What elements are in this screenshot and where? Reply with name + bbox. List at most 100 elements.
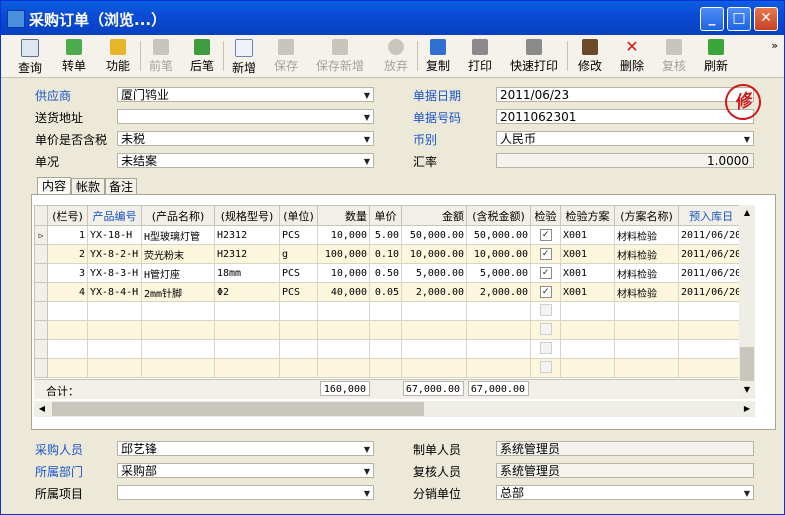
inspect-checkbox[interactable]: ✓ bbox=[539, 229, 552, 241]
cell-plan-name[interactable]: 材料检验 bbox=[614, 263, 679, 283]
table-row[interactable]: ▷ 1 YX-18-H H型玻璃灯管 H2312 PCS 10,000 5.00… bbox=[34, 225, 745, 245]
col-tax-amount[interactable]: (含税金额) bbox=[466, 205, 531, 226]
cell-expected-date[interactable]: 2011/06/20 bbox=[677, 225, 745, 245]
col-inspect[interactable]: 检验 bbox=[530, 205, 561, 226]
save-new-button[interactable]: 保存新增 bbox=[311, 37, 369, 75]
tax-select[interactable]: 未税 ▼ bbox=[117, 131, 374, 146]
branch-select[interactable]: 总部 ▼ bbox=[496, 485, 754, 500]
col-amount[interactable]: 金额 bbox=[401, 205, 467, 226]
rate-field[interactable]: 1.0000 bbox=[496, 153, 754, 168]
cell-tax-amount[interactable]: 5,000.00 bbox=[466, 263, 531, 283]
docno-field[interactable]: 2011062301 bbox=[496, 109, 754, 124]
cell-quantity[interactable]: 100,000 bbox=[317, 244, 370, 264]
cell-quantity[interactable]: 10,000 bbox=[317, 263, 370, 283]
cell-price[interactable]: 0.50 bbox=[369, 263, 402, 283]
col-plan-name[interactable]: (方案名称) bbox=[614, 205, 679, 226]
scroll-right-icon[interactable]: ▶ bbox=[739, 401, 755, 417]
cell-line-no[interactable]: 1 bbox=[47, 225, 88, 245]
cell-spec[interactable]: Φ2 bbox=[214, 282, 280, 302]
inspect-checkbox[interactable]: ✓ bbox=[539, 248, 552, 260]
cell-quantity[interactable]: 40,000 bbox=[317, 282, 370, 302]
cell-amount[interactable]: 50,000.00 bbox=[401, 225, 467, 245]
next-button[interactable]: 后笔 bbox=[185, 37, 219, 75]
cell-line-no[interactable]: 4 bbox=[47, 282, 88, 302]
prev-button[interactable]: 前笔 bbox=[144, 37, 178, 75]
table-row[interactable]: 3 YX-8-3-H H管灯座 18mm PCS 10,000 0.50 5,0… bbox=[34, 263, 745, 283]
empty-row[interactable] bbox=[34, 301, 745, 321]
scroll-left-icon[interactable]: ◀ bbox=[34, 401, 50, 417]
cell-inspect[interactable]: ✓ bbox=[530, 225, 561, 245]
col-product-code[interactable]: 产品编号 bbox=[87, 205, 142, 226]
project-select[interactable]: ▼ bbox=[117, 485, 374, 500]
review-button[interactable]: 复核 bbox=[657, 37, 691, 75]
cell-inspect-plan[interactable]: X001 bbox=[560, 225, 615, 245]
cell-inspect[interactable]: ✓ bbox=[530, 263, 561, 283]
vertical-scrollbar[interactable]: ▲ ▼ bbox=[739, 205, 755, 398]
inspect-checkbox[interactable]: ✓ bbox=[539, 267, 552, 279]
col-unit[interactable]: (单位) bbox=[279, 205, 318, 226]
inspect-checkbox[interactable] bbox=[539, 303, 552, 316]
cell-spec[interactable]: 18mm bbox=[214, 263, 280, 283]
cell-amount[interactable]: 10,000.00 bbox=[401, 244, 467, 264]
cell-expected-date[interactable]: 2011/06/20 bbox=[677, 244, 745, 264]
cell-unit[interactable]: PCS bbox=[279, 225, 318, 245]
cancel-button[interactable]: 放弃 bbox=[379, 37, 413, 75]
edit-button[interactable]: 修改 bbox=[573, 37, 607, 75]
inspect-checkbox[interactable] bbox=[539, 322, 552, 335]
inspect-checkbox[interactable] bbox=[539, 360, 552, 373]
cell-price[interactable]: 5.00 bbox=[369, 225, 402, 245]
cell-product-name[interactable]: H管灯座 bbox=[141, 263, 215, 283]
transfer-button[interactable]: 转单 bbox=[57, 37, 91, 75]
buyer-select[interactable]: 邱艺锋 ▼ bbox=[117, 441, 374, 456]
cell-line-no[interactable]: 3 bbox=[47, 263, 88, 283]
minimize-button[interactable]: _ bbox=[700, 7, 724, 31]
cell-price[interactable]: 0.10 bbox=[369, 244, 402, 264]
cell-amount[interactable]: 5,000.00 bbox=[401, 263, 467, 283]
cell-inspect-plan[interactable]: X001 bbox=[560, 263, 615, 283]
col-line-no[interactable]: (栏号) bbox=[47, 205, 88, 226]
col-expected-date[interactable]: 预入库日 bbox=[677, 205, 745, 226]
horizontal-scroll-thumb[interactable] bbox=[52, 402, 424, 416]
cell-spec[interactable]: H2312 bbox=[214, 225, 280, 245]
currency-select[interactable]: 人民币 ▼ bbox=[496, 131, 754, 146]
supplier-select[interactable]: 厦门鸨业 ▼ bbox=[117, 87, 374, 102]
cell-inspect[interactable]: ✓ bbox=[530, 282, 561, 302]
toolbar-overflow-button[interactable]: » bbox=[771, 39, 778, 52]
cell-price[interactable]: 0.05 bbox=[369, 282, 402, 302]
delete-button[interactable]: ✕ 删除 bbox=[615, 37, 649, 75]
cell-expected-date[interactable]: 2011/06/20 bbox=[677, 282, 745, 302]
cell-plan-name[interactable]: 材料检验 bbox=[614, 225, 679, 245]
cell-tax-amount[interactable]: 50,000.00 bbox=[466, 225, 531, 245]
cell-quantity[interactable]: 10,000 bbox=[317, 225, 370, 245]
cell-product-code[interactable]: YX-8-3-H bbox=[87, 263, 142, 283]
cell-inspect-plan[interactable]: X001 bbox=[560, 282, 615, 302]
print-button[interactable]: 打印 bbox=[463, 37, 497, 75]
empty-row[interactable] bbox=[34, 320, 745, 340]
query-button[interactable]: 查询 bbox=[13, 37, 47, 75]
copy-button[interactable]: 复制 bbox=[421, 37, 455, 75]
cell-product-code[interactable]: YX-8-2-H bbox=[87, 244, 142, 264]
cell-line-no[interactable]: 2 bbox=[47, 244, 88, 264]
address-select[interactable]: ▼ bbox=[117, 109, 374, 124]
inspect-checkbox[interactable] bbox=[539, 341, 552, 354]
cell-inspect-plan[interactable]: X001 bbox=[560, 244, 615, 264]
cell-spec[interactable]: H2312 bbox=[214, 244, 280, 264]
save-button[interactable]: 保存 bbox=[269, 37, 303, 75]
cell-plan-name[interactable]: 材料检验 bbox=[614, 244, 679, 264]
table-row[interactable]: 2 YX-8-2-H 荧光粉末 H2312 g 100,000 0.10 10,… bbox=[34, 244, 745, 264]
cell-unit[interactable]: g bbox=[279, 244, 318, 264]
cell-tax-amount[interactable]: 2,000.00 bbox=[466, 282, 531, 302]
cell-amount[interactable]: 2,000.00 bbox=[401, 282, 467, 302]
cell-unit[interactable]: PCS bbox=[279, 282, 318, 302]
cell-expected-date[interactable]: 2011/06/20 bbox=[677, 263, 745, 283]
scroll-up-icon[interactable]: ▲ bbox=[739, 205, 755, 221]
col-inspect-plan[interactable]: 检验方案 bbox=[560, 205, 615, 226]
maximize-button[interactable]: □ bbox=[727, 7, 751, 31]
vertical-scroll-thumb[interactable] bbox=[740, 347, 754, 381]
col-price[interactable]: 单价 bbox=[369, 205, 402, 226]
col-product-name[interactable]: (产品名称) bbox=[141, 205, 215, 226]
cell-plan-name[interactable]: 材料检验 bbox=[614, 282, 679, 302]
cell-tax-amount[interactable]: 10,000.00 bbox=[466, 244, 531, 264]
cell-inspect[interactable]: ✓ bbox=[530, 244, 561, 264]
cell-product-code[interactable]: YX-18-H bbox=[87, 225, 142, 245]
